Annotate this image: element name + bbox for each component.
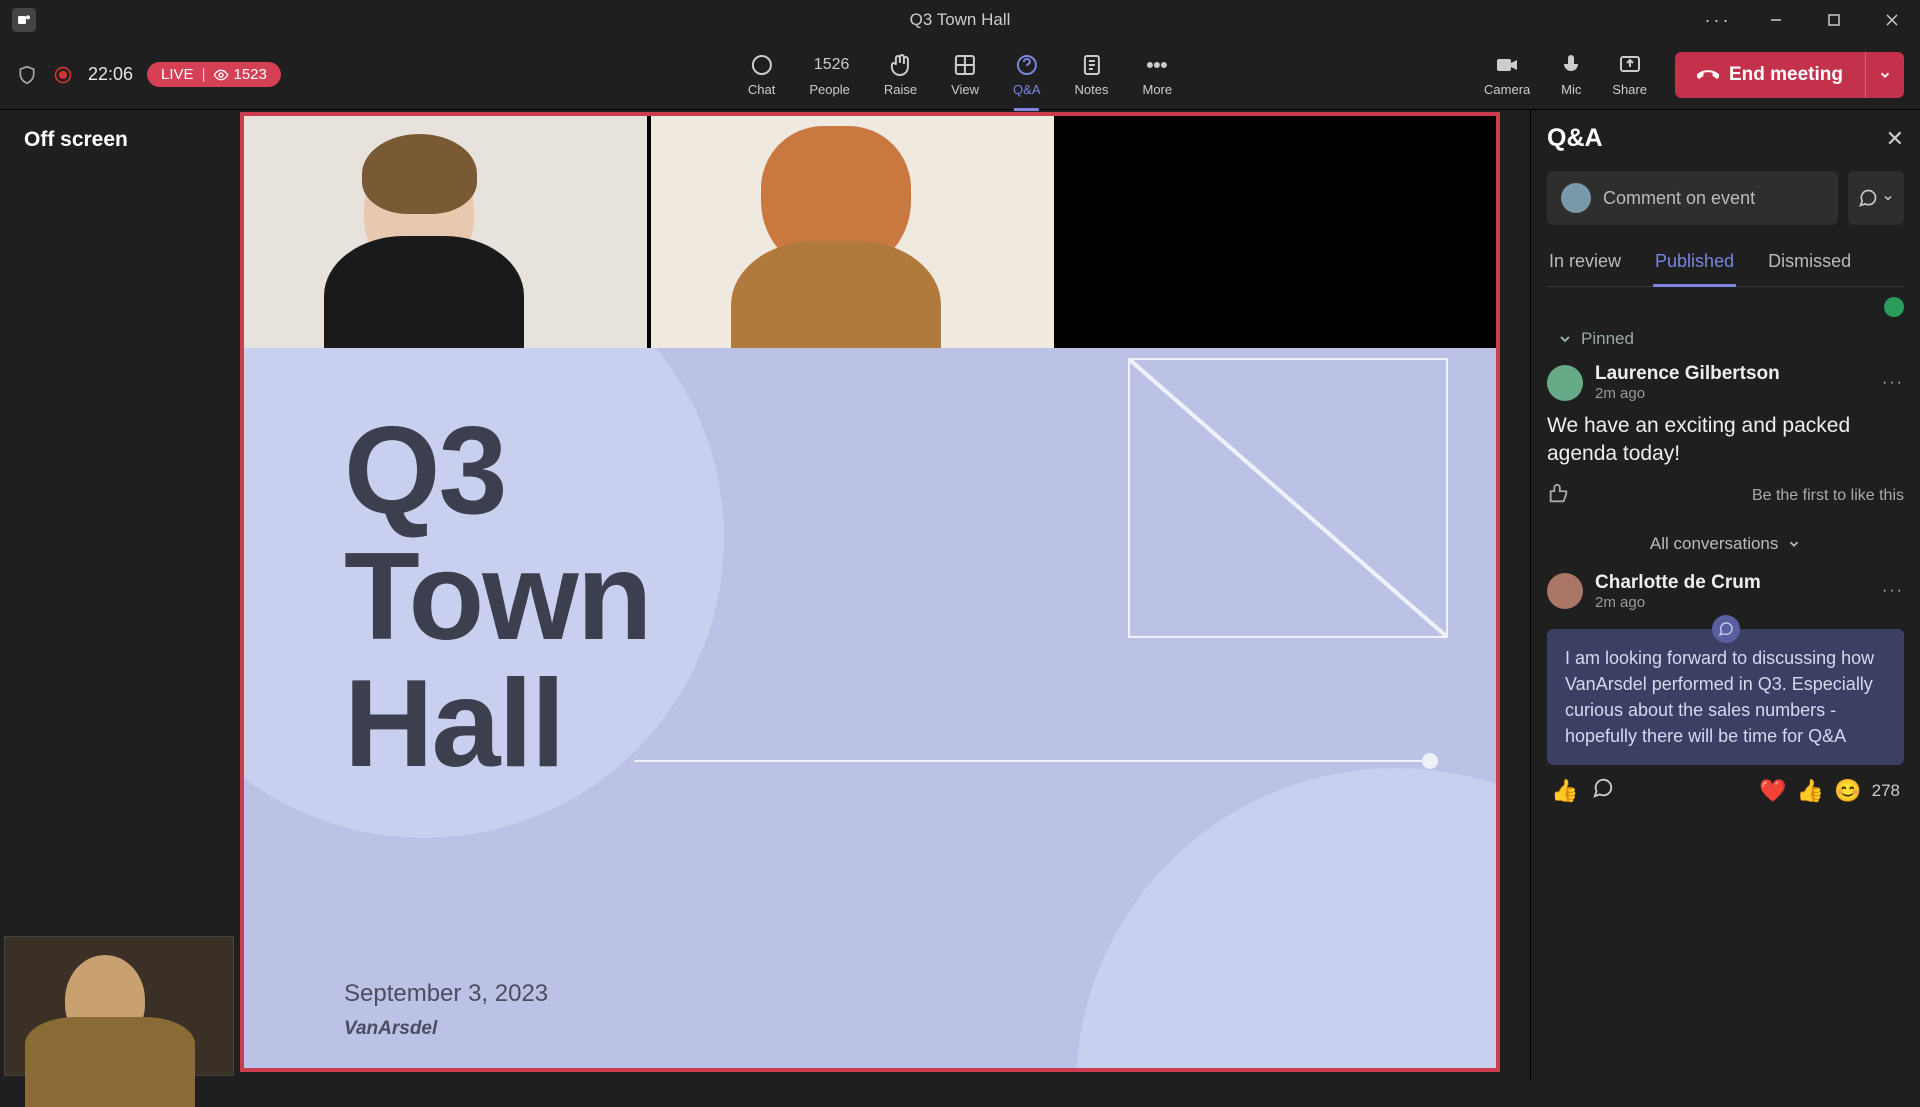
camera-icon <box>1494 52 1520 78</box>
featured-badge-icon <box>1712 615 1740 643</box>
raise-hand-icon <box>887 52 913 78</box>
qa-button[interactable]: Q&A <box>1011 48 1042 101</box>
notes-icon <box>1079 52 1105 78</box>
status-badge <box>1884 297 1904 317</box>
self-avatar <box>1561 183 1591 213</box>
pinned-header[interactable]: Pinned <box>1557 329 1904 349</box>
video-tile-1[interactable]: Charlotte de Crum <box>244 116 647 348</box>
shared-slide: Q3 Town Hall September 3, 2023 VanArsdel <box>244 348 1496 1068</box>
raise-hand-button[interactable]: Raise <box>882 48 919 101</box>
share-button[interactable]: Share <box>1612 52 1647 97</box>
live-label: LIVE <box>161 66 194 83</box>
titlebar: Q3 Town Hall ··· <box>0 0 1920 40</box>
slide-brand: VanArsdel <box>344 1018 437 1040</box>
qa-post-1: Laurence Gilbertson 2m ago ··· We have a… <box>1547 363 1904 510</box>
post-more-button[interactable]: ··· <box>1882 582 1904 600</box>
post-time: 2m ago <box>1595 385 1780 402</box>
comment-options-button[interactable] <box>1848 171 1904 225</box>
mic-icon <box>1558 52 1584 78</box>
view-icon <box>952 52 978 78</box>
recording-icon[interactable] <box>52 64 74 86</box>
viewer-count: 1523 <box>213 66 266 83</box>
maximize-button[interactable] <box>1814 5 1854 35</box>
reaction-heart[interactable]: ❤️ <box>1759 778 1786 804</box>
comment-input[interactable]: Comment on event <box>1547 171 1838 225</box>
close-window-button[interactable] <box>1872 5 1912 35</box>
more-icon <box>1144 52 1170 78</box>
share-icon <box>1617 52 1643 78</box>
reaction-smile[interactable]: 😊 <box>1834 778 1861 804</box>
avatar <box>1547 573 1583 609</box>
qa-title: Q&A <box>1547 124 1603 153</box>
tab-dismissed[interactable]: Dismissed <box>1766 243 1853 286</box>
mic-button[interactable]: Mic <box>1558 52 1584 97</box>
reply-button[interactable] <box>1592 777 1614 804</box>
slide-title: Q3 Town Hall <box>344 408 650 787</box>
qa-icon <box>1014 52 1040 78</box>
avatar <box>1547 365 1583 401</box>
minimize-button[interactable] <box>1756 5 1796 35</box>
post-body: We have an exciting and packed agenda to… <box>1547 412 1904 469</box>
like-button[interactable] <box>1547 483 1569 510</box>
end-meeting-button[interactable]: End meeting <box>1675 52 1865 98</box>
window-title: Q3 Town Hall <box>910 10 1011 30</box>
end-meeting-wrap: End meeting <box>1675 52 1904 98</box>
end-meeting-dropdown[interactable] <box>1865 52 1904 98</box>
post-author: Laurence Gilbertson <box>1595 363 1780 385</box>
people-icon: 1526 <box>817 52 843 78</box>
tab-published[interactable]: Published <box>1653 243 1736 286</box>
live-badge: LIVE | 1523 <box>147 62 281 87</box>
self-preview[interactable] <box>4 936 234 1076</box>
tab-in-review[interactable]: In review <box>1547 243 1623 286</box>
close-qa-button[interactable]: ✕ <box>1886 126 1904 152</box>
post-body-highlight: I am looking forward to discussing how V… <box>1547 629 1904 765</box>
more-window-button[interactable]: ··· <box>1698 5 1738 35</box>
post-author: Charlotte de Crum <box>1595 572 1761 594</box>
post-more-button[interactable]: ··· <box>1882 374 1904 392</box>
elapsed-timer: 22:06 <box>88 64 133 85</box>
teams-app-icon[interactable] <box>12 8 36 32</box>
privacy-shield-icon[interactable] <box>16 64 38 86</box>
people-button[interactable]: 1526 People <box>807 48 851 101</box>
camera-button[interactable]: Camera <box>1484 52 1530 97</box>
qa-panel: Q&A ✕ Comment on event In review Publish… <box>1530 110 1920 1080</box>
like-hint: Be the first to like this <box>1752 487 1904 505</box>
offscreen-label: Off screen <box>0 110 240 1080</box>
reaction-count: 278 <box>1872 781 1900 801</box>
video-tile-2[interactable]: Daniela Mandera <box>651 116 1054 348</box>
chat-button[interactable]: Chat <box>746 48 777 101</box>
chat-icon <box>749 52 775 78</box>
more-button[interactable]: More <box>1140 48 1174 101</box>
qa-post-2: Charlotte de Crum 2m ago ··· I am lookin… <box>1547 572 1904 816</box>
react-like[interactable]: 👍 <box>1551 778 1578 804</box>
reaction-like[interactable]: 👍 <box>1797 778 1824 804</box>
live-stage: Charlotte de Crum Daniela Mandera Q3 Tow… <box>240 112 1500 1072</box>
notes-button[interactable]: Notes <box>1073 48 1111 101</box>
slide-date: September 3, 2023 <box>344 980 548 1008</box>
all-conversations-toggle[interactable]: All conversations <box>1547 520 1904 572</box>
post-time: 2m ago <box>1595 594 1761 611</box>
meeting-toolbar: 22:06 LIVE | 1523 Chat 1526 People Raise <box>0 40 1920 110</box>
view-button[interactable]: View <box>949 48 981 101</box>
